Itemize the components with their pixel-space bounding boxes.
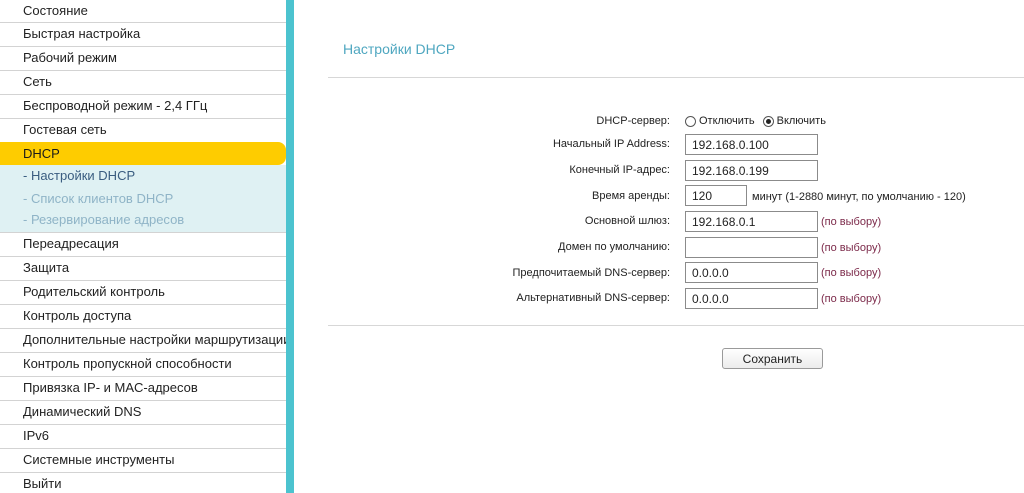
- dns-primary-label: Предпочитаемый DNS-сервер:: [512, 267, 670, 279]
- sidebar-item-guest-network[interactable]: Гостевая сеть: [0, 118, 286, 141]
- save-button[interactable]: Сохранить: [722, 348, 823, 369]
- sidebar-item-access-control[interactable]: Контроль доступа: [0, 304, 286, 327]
- dns-primary-optional-note: (по выбору): [821, 267, 882, 279]
- domain-optional-note: (по выбору): [821, 242, 882, 254]
- sidebar-subitem-dhcp-settings[interactable]: - Настройки DHCP: [0, 165, 286, 188]
- sidebar-item-parental-control[interactable]: Родительский контроль: [0, 280, 286, 303]
- sidebar-item-logout[interactable]: Выйти: [0, 472, 286, 493]
- gateway-input[interactable]: [685, 211, 818, 232]
- end-ip-label: Конечный IP-адрес:: [569, 164, 670, 176]
- sidebar-menu: Состояние Быстрая настройка Рабочий режи…: [0, 0, 288, 493]
- dns-secondary-optional-note: (по выбору): [821, 293, 882, 305]
- domain-input[interactable]: [685, 237, 818, 258]
- sidebar-item-system-tools[interactable]: Системные инструменты: [0, 448, 286, 471]
- sidebar-item-ipv6[interactable]: IPv6: [0, 424, 286, 447]
- dhcp-enable-radio[interactable]: [762, 115, 774, 127]
- title-divider: [328, 77, 1024, 78]
- lease-time-input[interactable]: [685, 185, 747, 206]
- sidebar-item-quick-setup[interactable]: Быстрая настройка: [0, 22, 286, 45]
- sidebar-item-security[interactable]: Защита: [0, 256, 286, 279]
- lease-time-label: Время аренды:: [592, 190, 670, 202]
- sidebar-item-network[interactable]: Сеть: [0, 70, 286, 93]
- page-title: Настройки DHCP: [343, 41, 456, 57]
- sidebar-item-bandwidth-control[interactable]: Контроль пропускной способности: [0, 352, 286, 375]
- sidebar-subitem-address-reservation[interactable]: - Резервирование адресов: [0, 209, 286, 232]
- dhcp-disable-label[interactable]: Отключить: [699, 115, 755, 127]
- domain-label: Домен по умолчанию:: [558, 241, 670, 253]
- end-ip-input[interactable]: [685, 160, 818, 181]
- sidebar-item-forwarding[interactable]: Переадресация: [0, 232, 286, 255]
- sidebar-item-status[interactable]: Состояние: [0, 0, 286, 22]
- dhcp-server-radio-group: Отключить Включить: [685, 113, 834, 129]
- dns-primary-input[interactable]: [685, 262, 818, 283]
- sidebar-item-advanced-routing[interactable]: Дополнительные настройки маршрутизации: [0, 328, 286, 351]
- sidebar-item-ip-mac-binding[interactable]: Привязка IP- и MAC-адресов: [0, 376, 286, 399]
- dhcp-disable-radio[interactable]: [685, 115, 696, 127]
- sidebar-item-dynamic-dns[interactable]: Динамический DNS: [0, 400, 286, 423]
- sidebar-subitem-dhcp-clients[interactable]: - Список клиентов DHCP: [0, 188, 286, 211]
- gateway-label: Основной шлюз:: [584, 215, 670, 227]
- form-divider: [328, 325, 1024, 326]
- dhcp-enable-label[interactable]: Включить: [777, 115, 826, 127]
- dhcp-server-label: DHCP-сервер:: [596, 115, 670, 127]
- dns-secondary-label: Альтернативный DNS-сервер:: [516, 292, 670, 304]
- sidebar-item-operation-mode[interactable]: Рабочий режим: [0, 46, 286, 69]
- start-ip-input[interactable]: [685, 134, 818, 155]
- lease-time-hint: минут (1-2880 минут, по умолчанию - 120): [752, 191, 966, 203]
- sidebar-item-dhcp[interactable]: DHCP: [0, 142, 286, 165]
- sidebar-item-wireless[interactable]: Беспроводной режим - 2,4 ГГц: [0, 94, 286, 117]
- start-ip-label: Начальный IP Address:: [552, 138, 670, 150]
- dns-secondary-input[interactable]: [685, 288, 818, 309]
- sidebar-divider: [286, 0, 294, 493]
- gateway-optional-note: (по выбору): [821, 216, 882, 228]
